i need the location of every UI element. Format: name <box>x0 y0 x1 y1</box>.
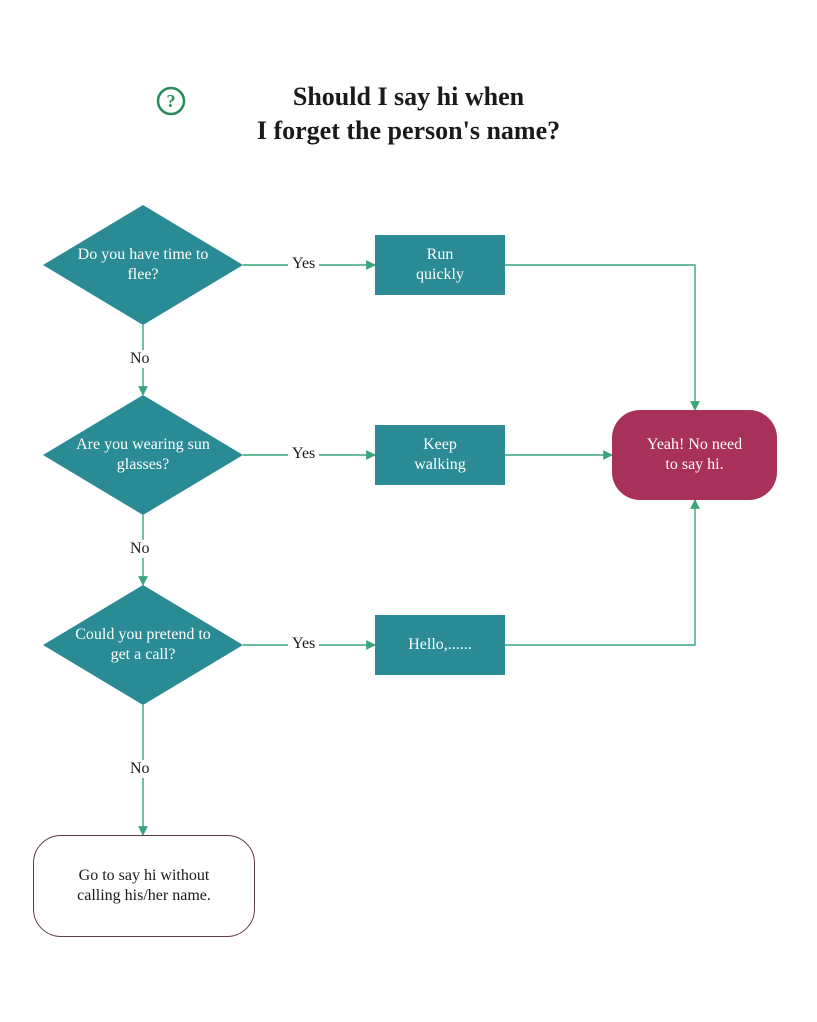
terminator-label: Yeah! No need to say hi. <box>612 410 777 500</box>
process-label: Run quickly <box>375 235 505 295</box>
edge-label-no: No <box>126 350 154 368</box>
process-run-quickly: Run quickly <box>375 235 505 295</box>
edge-label-yes: Yes <box>288 445 319 463</box>
diagram-title: Should I say hi when I forget the person… <box>0 80 817 148</box>
decision-label: Do you have time to flee? <box>43 205 243 325</box>
decision-sun-glasses: Are you wearing sun glasses? <box>43 395 243 515</box>
edge-label-no: No <box>126 540 154 558</box>
process-hello: Hello,...... <box>375 615 505 675</box>
edge-label-yes: Yes <box>288 635 319 653</box>
decision-time-to-flee: Do you have time to flee? <box>43 205 243 325</box>
edge-label-yes: Yes <box>288 255 319 273</box>
process-label: Hello,...... <box>375 615 505 675</box>
edge-label-no: No <box>126 760 154 778</box>
process-keep-walking: Keep walking <box>375 425 505 485</box>
process-label: Keep walking <box>375 425 505 485</box>
title-line-1: Should I say hi when <box>293 82 524 111</box>
decision-pretend-call: Could you pretend to get a call? <box>43 585 243 705</box>
title-line-2: I forget the person's name? <box>257 116 560 145</box>
terminator-label: Go to say hi without calling his/her nam… <box>34 836 254 936</box>
terminator-no-need: Yeah! No need to say hi. <box>612 410 777 500</box>
decision-label: Are you wearing sun glasses? <box>43 395 243 515</box>
terminator-say-hi-anyway: Go to say hi without calling his/her nam… <box>33 835 255 937</box>
decision-label: Could you pretend to get a call? <box>43 585 243 705</box>
